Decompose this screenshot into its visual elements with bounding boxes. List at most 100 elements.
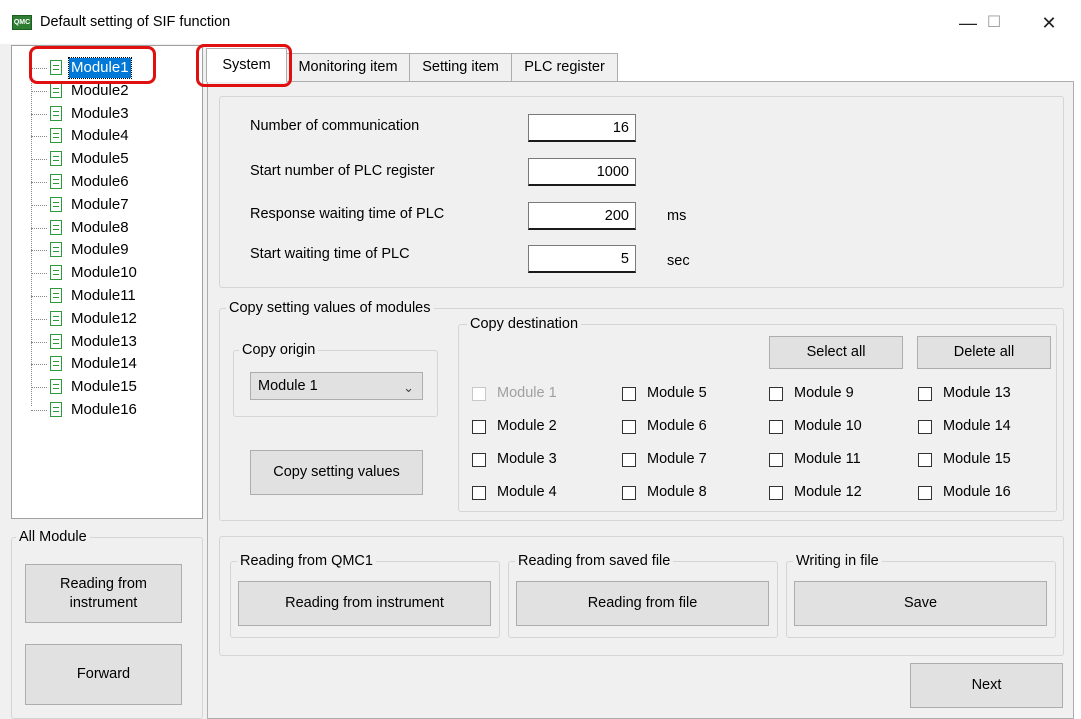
tree-item-label: Module13 [71, 332, 137, 350]
tree-connector [31, 159, 47, 161]
checkbox-label[interactable]: Module 11 [794, 451, 861, 467]
tree-item-module7[interactable]: Module7 [12, 194, 192, 216]
checkbox-module12[interactable] [769, 486, 783, 500]
tree-connector [31, 250, 47, 252]
document-icon [50, 196, 62, 212]
tab-monitoring-item[interactable]: Monitoring item [286, 53, 410, 81]
checkbox-label[interactable]: Module 12 [794, 484, 862, 500]
start-wait-label: Start waiting time of PLC [250, 246, 410, 262]
document-icon [50, 333, 62, 349]
document-icon [50, 82, 62, 98]
checkbox-module7[interactable] [622, 453, 636, 467]
module-tree[interactable]: Module1 Module2 Module3 Module4 Module5 Modul… [11, 45, 203, 519]
tree-item-module11[interactable]: Module11 [12, 285, 192, 307]
response-wait-field[interactable]: 200 [528, 202, 636, 230]
reading-from-instrument-button[interactable]: Reading from instrument [238, 581, 491, 626]
window-title: Default setting of SIF function [40, 14, 231, 30]
checkbox-label[interactable]: Module 3 [497, 451, 557, 467]
checkbox-label[interactable]: Module 16 [943, 484, 1011, 500]
checkbox-module5[interactable] [622, 387, 636, 401]
checkbox-module2[interactable] [472, 420, 486, 434]
tree-connector [31, 410, 47, 411]
tree-item-module4[interactable]: Module4 [12, 125, 192, 147]
checkbox-module14[interactable] [918, 420, 932, 434]
start-number-label: Start number of PLC register [250, 163, 435, 179]
response-wait-unit: ms [667, 208, 687, 224]
checkbox-label[interactable]: Module 10 [794, 418, 862, 434]
tree-item-module9[interactable]: Module9 [12, 239, 192, 261]
tree-item-label: Module3 [71, 104, 129, 122]
all-module-title: All Module [16, 528, 90, 546]
document-icon [50, 151, 62, 167]
delete-all-button[interactable]: Delete all [917, 336, 1051, 369]
forward-button[interactable]: Forward [25, 644, 182, 705]
next-button[interactable]: Next [910, 663, 1063, 708]
copy-setting-values-button[interactable]: Copy setting values [250, 450, 423, 495]
document-icon [50, 174, 62, 189]
tree-item-module3[interactable]: Module3 [12, 103, 192, 125]
maximize-button[interactable]: ☐ [972, 10, 1016, 36]
checkbox-module11[interactable] [769, 453, 783, 467]
checkbox-label[interactable]: Module 14 [943, 418, 1011, 434]
tree-item-label: Module9 [71, 241, 129, 259]
document-icon [50, 356, 62, 372]
tree-item-module16[interactable]: Module16 [12, 399, 192, 421]
document-icon [50, 265, 62, 281]
tree-item-label: Module7 [71, 195, 129, 213]
tree-item-module8[interactable]: Module8 [12, 217, 192, 239]
checkbox-module8[interactable] [622, 486, 636, 500]
tree-item-module6[interactable]: Module6 [12, 171, 192, 193]
checkbox-label[interactable]: Module 5 [647, 385, 707, 401]
checkbox-label[interactable]: Module 2 [497, 418, 557, 434]
document-icon [50, 105, 62, 121]
tree-item-label: Module5 [71, 150, 129, 168]
close-button[interactable]: ✕ [1027, 10, 1071, 36]
tree-item-label: Module15 [71, 378, 137, 396]
tab-setting-item[interactable]: Setting item [409, 53, 512, 81]
tree-item-label: Module14 [71, 355, 137, 373]
tree-item-label: Module8 [71, 218, 129, 236]
checkbox-module3[interactable] [472, 453, 486, 467]
tree-item-module14[interactable]: Module14 [12, 353, 192, 375]
checkbox-label[interactable]: Module 7 [647, 451, 707, 467]
tree-connector [31, 113, 47, 115]
start-wait-field[interactable]: 5 [528, 245, 636, 273]
tree-item-module15[interactable]: Module15 [12, 376, 192, 398]
tree-connector [31, 296, 47, 297]
document-icon [50, 128, 62, 144]
tab-plc-register[interactable]: PLC register [511, 53, 618, 81]
checkbox-module16[interactable] [918, 486, 932, 500]
tree-item-label: Module16 [71, 401, 137, 418]
save-button[interactable]: Save [794, 581, 1047, 626]
tree-item-label: Module10 [71, 264, 137, 282]
checkbox-label[interactable]: Module 15 [943, 451, 1011, 467]
checkbox-module15[interactable] [918, 453, 932, 467]
response-wait-label: Response waiting time of PLC [250, 206, 445, 222]
checkbox-module6[interactable] [622, 420, 636, 434]
tree-item-module12[interactable]: Module12 [12, 308, 192, 330]
checkbox-label[interactable]: Module 13 [943, 385, 1011, 401]
document-icon [50, 219, 62, 235]
start-number-field[interactable]: 1000 [528, 158, 636, 186]
checkbox-module4[interactable] [472, 486, 486, 500]
app-icon: QMC [12, 15, 32, 30]
tree-item-module13[interactable]: Module13 [12, 331, 192, 353]
checkbox-module9[interactable] [769, 387, 783, 401]
tree-item-module5[interactable]: Module5 [12, 148, 192, 170]
copy-origin-select[interactable]: Module 1 ⌄ [250, 372, 423, 400]
checkbox-label[interactable]: Module 9 [794, 385, 854, 401]
comm-count-field[interactable]: 16 [528, 114, 636, 142]
checkbox-label[interactable]: Module 4 [497, 484, 557, 500]
checkbox-label[interactable]: Module 6 [647, 418, 707, 434]
checkbox-label[interactable]: Module 8 [647, 484, 707, 500]
checkbox-label: Module 1 [497, 385, 557, 401]
checkbox-module10[interactable] [769, 420, 783, 434]
select-all-button[interactable]: Select all [769, 336, 903, 369]
reading-from-file-button[interactable]: Reading from file [516, 581, 769, 626]
tree-item-module10[interactable]: Module10 [12, 262, 192, 284]
document-icon [50, 310, 62, 326]
tree-connector [31, 227, 47, 229]
writing-file-title: Writing in file [793, 552, 882, 570]
checkbox-module13[interactable] [918, 387, 932, 401]
all-module-read-button[interactable]: Reading from instrument [25, 564, 182, 623]
